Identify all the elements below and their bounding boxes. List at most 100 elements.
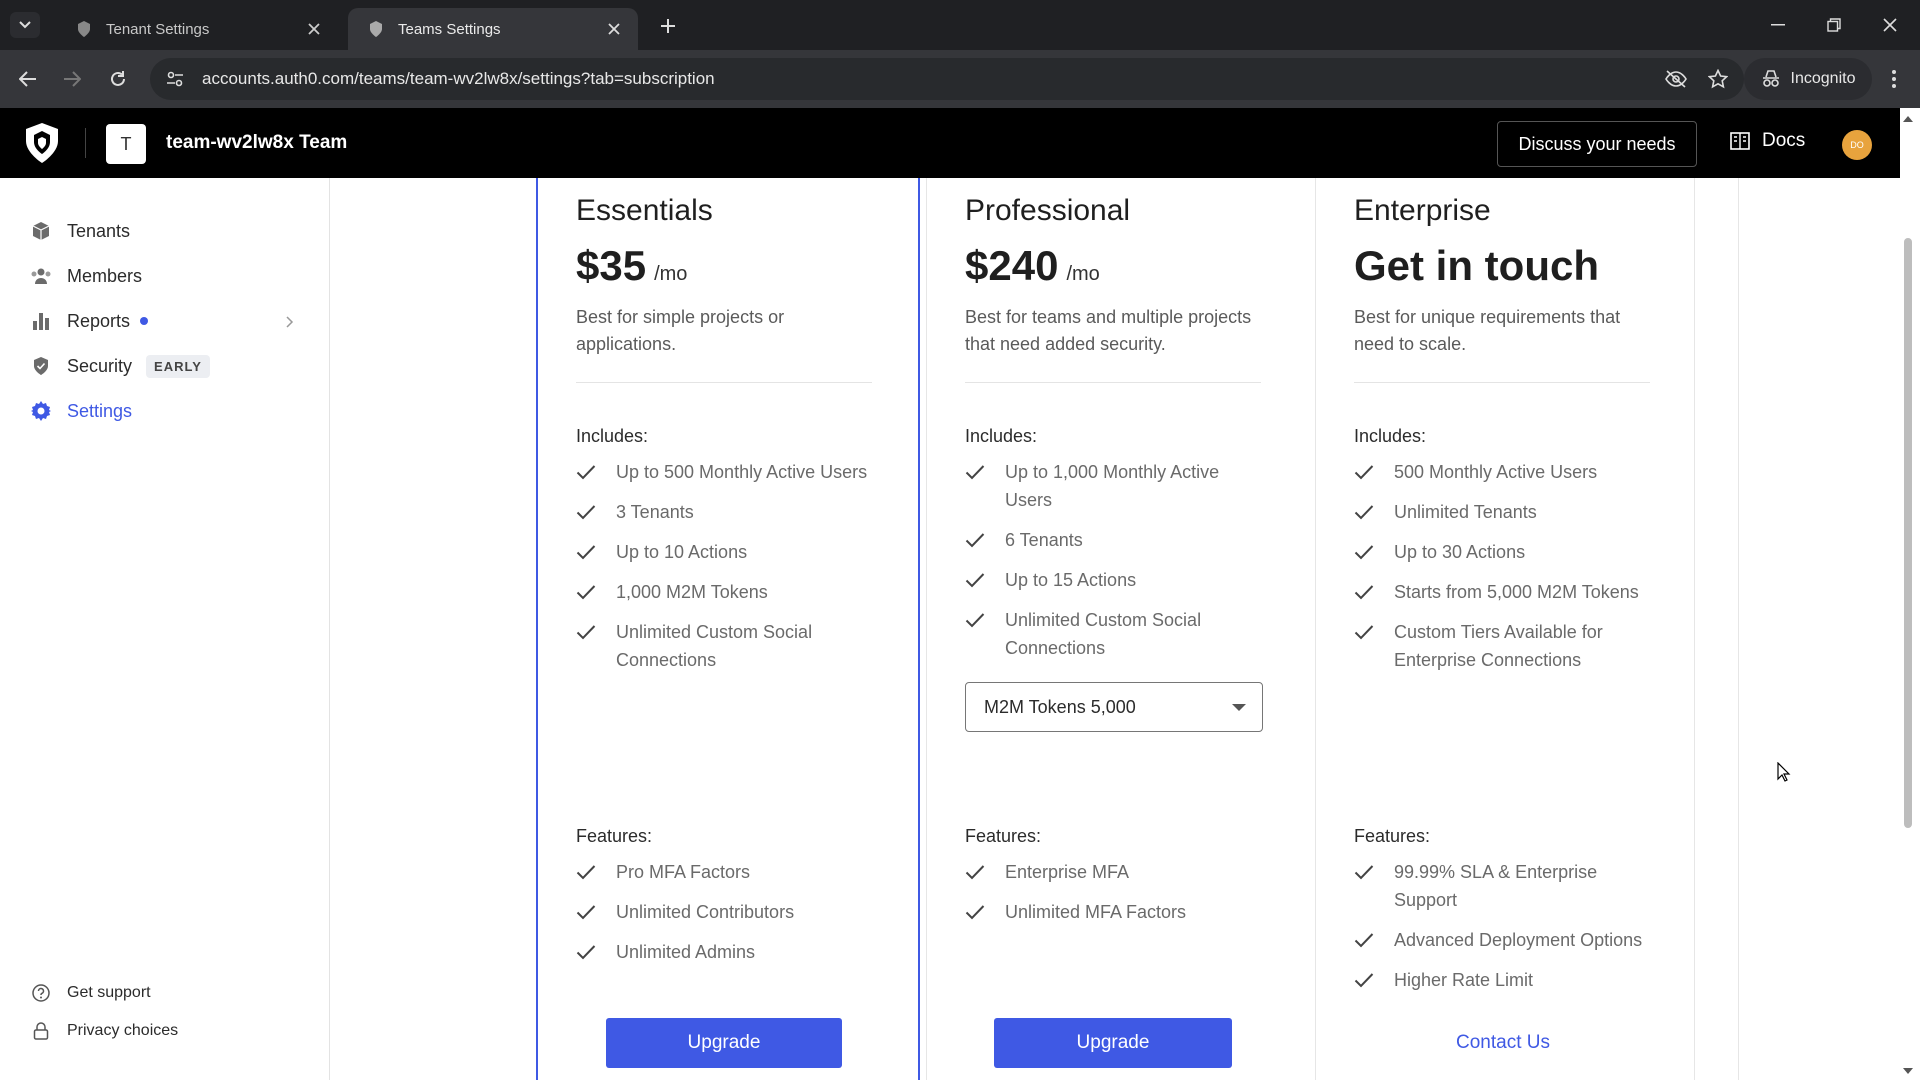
list-item: 3 Tenants [576,498,876,526]
list-item: Unlimited MFA Factors [965,898,1265,926]
check-icon [1354,966,1394,994]
m2m-tokens-select[interactable]: M2M Tokens 5,000 [965,682,1263,732]
scroll-up-icon[interactable] [1903,114,1913,124]
divider [965,382,1261,383]
address-bar[interactable]: accounts.auth0.com/teams/team-wv2lw8x/se… [150,58,1744,100]
url-text: accounts.auth0.com/teams/team-wv2lw8x/se… [202,69,715,88]
includes-list: Up to 1,000 Monthly Active Users 6 Tenan… [965,458,1265,674]
list-item: Up to 30 Actions [1354,538,1654,566]
tab-search-button[interactable] [10,12,40,38]
minimize-window-button[interactable] [1764,12,1792,38]
check-icon [1354,498,1394,526]
check-icon [576,858,616,886]
chevron-right-icon[interactable] [286,316,294,328]
tab-title: Teams Settings [398,20,501,38]
includes-label: Includes: [576,426,649,446]
close-tab-icon[interactable] [304,19,324,39]
list-item: Pro MFA Factors [576,858,876,886]
arrow-right-icon [64,71,81,87]
check-icon [1354,858,1394,886]
new-tab-button[interactable] [654,14,682,38]
list-item: 500 Monthly Active Users [1354,458,1654,486]
includes-list: 500 Monthly Active Users Unlimited Tenan… [1354,458,1654,686]
plan-card-essentials: Essentials $35 /mo Best for simple proje… [536,178,920,1080]
check-icon [1354,458,1394,486]
browser-menu-button[interactable] [1880,65,1908,93]
sidebar-item-label: Security [67,355,133,376]
forward-button[interactable] [58,65,86,93]
plan-price: $35 /mo [576,242,687,290]
tab-teams-settings[interactable]: Teams Settings [348,8,638,50]
reload-button[interactable] [104,65,132,93]
eye-off-icon[interactable] [1660,63,1692,95]
star-icon[interactable] [1702,63,1734,95]
team-name[interactable]: team-wv2lw8x Team [166,132,347,154]
check-icon [576,498,616,526]
check-icon [576,458,616,486]
restore-window-button[interactable] [1820,12,1848,38]
incognito-indicator[interactable]: Incognito [1744,58,1872,100]
app-header: T team-wv2lw8x Team Discuss your needs D… [0,108,1900,178]
list-item: Custom Tiers Available for Enterprise Co… [1354,618,1654,674]
lock-icon [30,1020,52,1042]
sidebar-item-settings[interactable]: Settings [30,396,132,426]
contact-us-link[interactable]: Contact Us [1456,1032,1550,1054]
scrollbar-thumb[interactable] [1904,238,1912,828]
check-icon [965,606,1005,634]
discuss-needs-button[interactable]: Discuss your needs [1497,121,1697,167]
sidebar-item-security[interactable]: Security EARLY [30,351,210,381]
reload-icon [111,71,125,86]
list-item: Up to 1,000 Monthly Active Users [965,458,1265,514]
divider [576,382,872,383]
close-window-button[interactable] [1876,12,1904,38]
list-item: Starts from 5,000 M2M Tokens [1354,578,1654,606]
upgrade-essentials-button[interactable]: Upgrade [606,1018,842,1068]
check-icon [965,858,1005,886]
team-avatar[interactable]: T [106,124,146,164]
chevron-down-icon [19,21,31,29]
list-item: Up to 10 Actions [576,538,876,566]
users-icon [30,265,52,287]
price-amount: $35 [576,242,647,289]
sidebar-item-reports[interactable]: Reports [30,306,149,336]
gear-icon [30,400,52,422]
upgrade-professional-button[interactable]: Upgrade [994,1018,1232,1068]
list-item: 99.99% SLA & Enterprise Support [1354,858,1654,914]
auth0-logo-icon[interactable] [24,123,60,163]
page-scrollbar[interactable] [1900,108,1920,1080]
get-support-link[interactable]: Get support [30,982,151,1004]
sidebar-item-label: Reports [67,310,131,331]
check-icon [1354,618,1394,646]
back-button[interactable] [14,65,42,93]
sidebar-item-tenants[interactable]: Tenants [30,216,130,246]
privacy-choices-link[interactable]: Privacy choices [30,1020,178,1042]
list-item: Unlimited Contributors [576,898,876,926]
site-info-icon[interactable] [158,62,192,96]
close-tab-icon[interactable] [604,19,624,39]
price-amount: Get in touch [1354,242,1599,289]
user-avatar[interactable]: DO [1842,130,1872,160]
list-item: Unlimited Custom Social Connections [576,618,876,674]
header-divider [85,128,86,158]
early-badge: EARLY [146,354,210,378]
docs-link[interactable]: Docs [1730,130,1805,152]
check-icon [965,898,1005,926]
tab-tenant-settings[interactable]: Tenant Settings [56,8,338,50]
check-icon [965,458,1005,486]
features-label: Features: [1354,826,1431,846]
sidebar-item-label: Tenants [67,220,131,241]
select-value: M2M Tokens 5,000 [984,696,1136,717]
plan-name: Enterprise [1354,194,1491,227]
check-icon [1354,578,1394,606]
plan-card-professional: Professional $240 /mo Best for teams and… [926,178,1307,1080]
price-amount: $240 [965,242,1059,289]
shield-icon [30,355,52,377]
plan-name: Professional [965,194,1131,227]
check-icon [965,566,1005,594]
close-icon [1883,18,1897,32]
sidebar-item-label: Members [67,265,143,286]
includes-list: Up to 500 Monthly Active Users 3 Tenants… [576,458,876,686]
sidebar-item-members[interactable]: Members [30,261,142,291]
check-icon [1354,538,1394,566]
scroll-down-icon[interactable] [1903,1066,1913,1076]
